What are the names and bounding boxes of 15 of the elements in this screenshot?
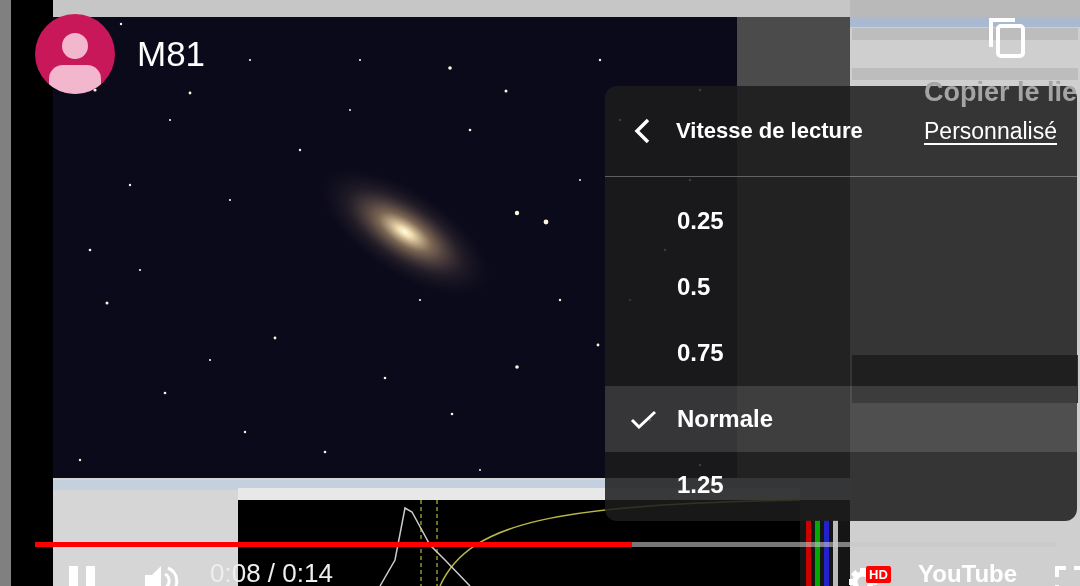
custom-link[interactable]: Personnalisé [924,117,1057,145]
chevron-left-icon [633,118,651,144]
back-button[interactable]: Vitesse de lecture [633,118,863,144]
quality-badge: HD [866,566,891,583]
speed-option[interactable]: 1.25 [605,452,1077,518]
copy-icon[interactable] [988,17,1026,59]
speed-option[interactable]: 0.5 [605,254,1077,320]
pause-icon[interactable] [69,566,95,586]
avatar-icon[interactable] [35,14,115,94]
video-title[interactable]: M81 [137,34,206,74]
speed-option[interactable]: 0.75 [605,320,1077,386]
check-icon [630,409,657,429]
speed-option[interactable]: Normale [605,386,1077,452]
speed-option[interactable]: 0.25 [605,188,1077,254]
progress-bar[interactable] [35,542,1056,547]
